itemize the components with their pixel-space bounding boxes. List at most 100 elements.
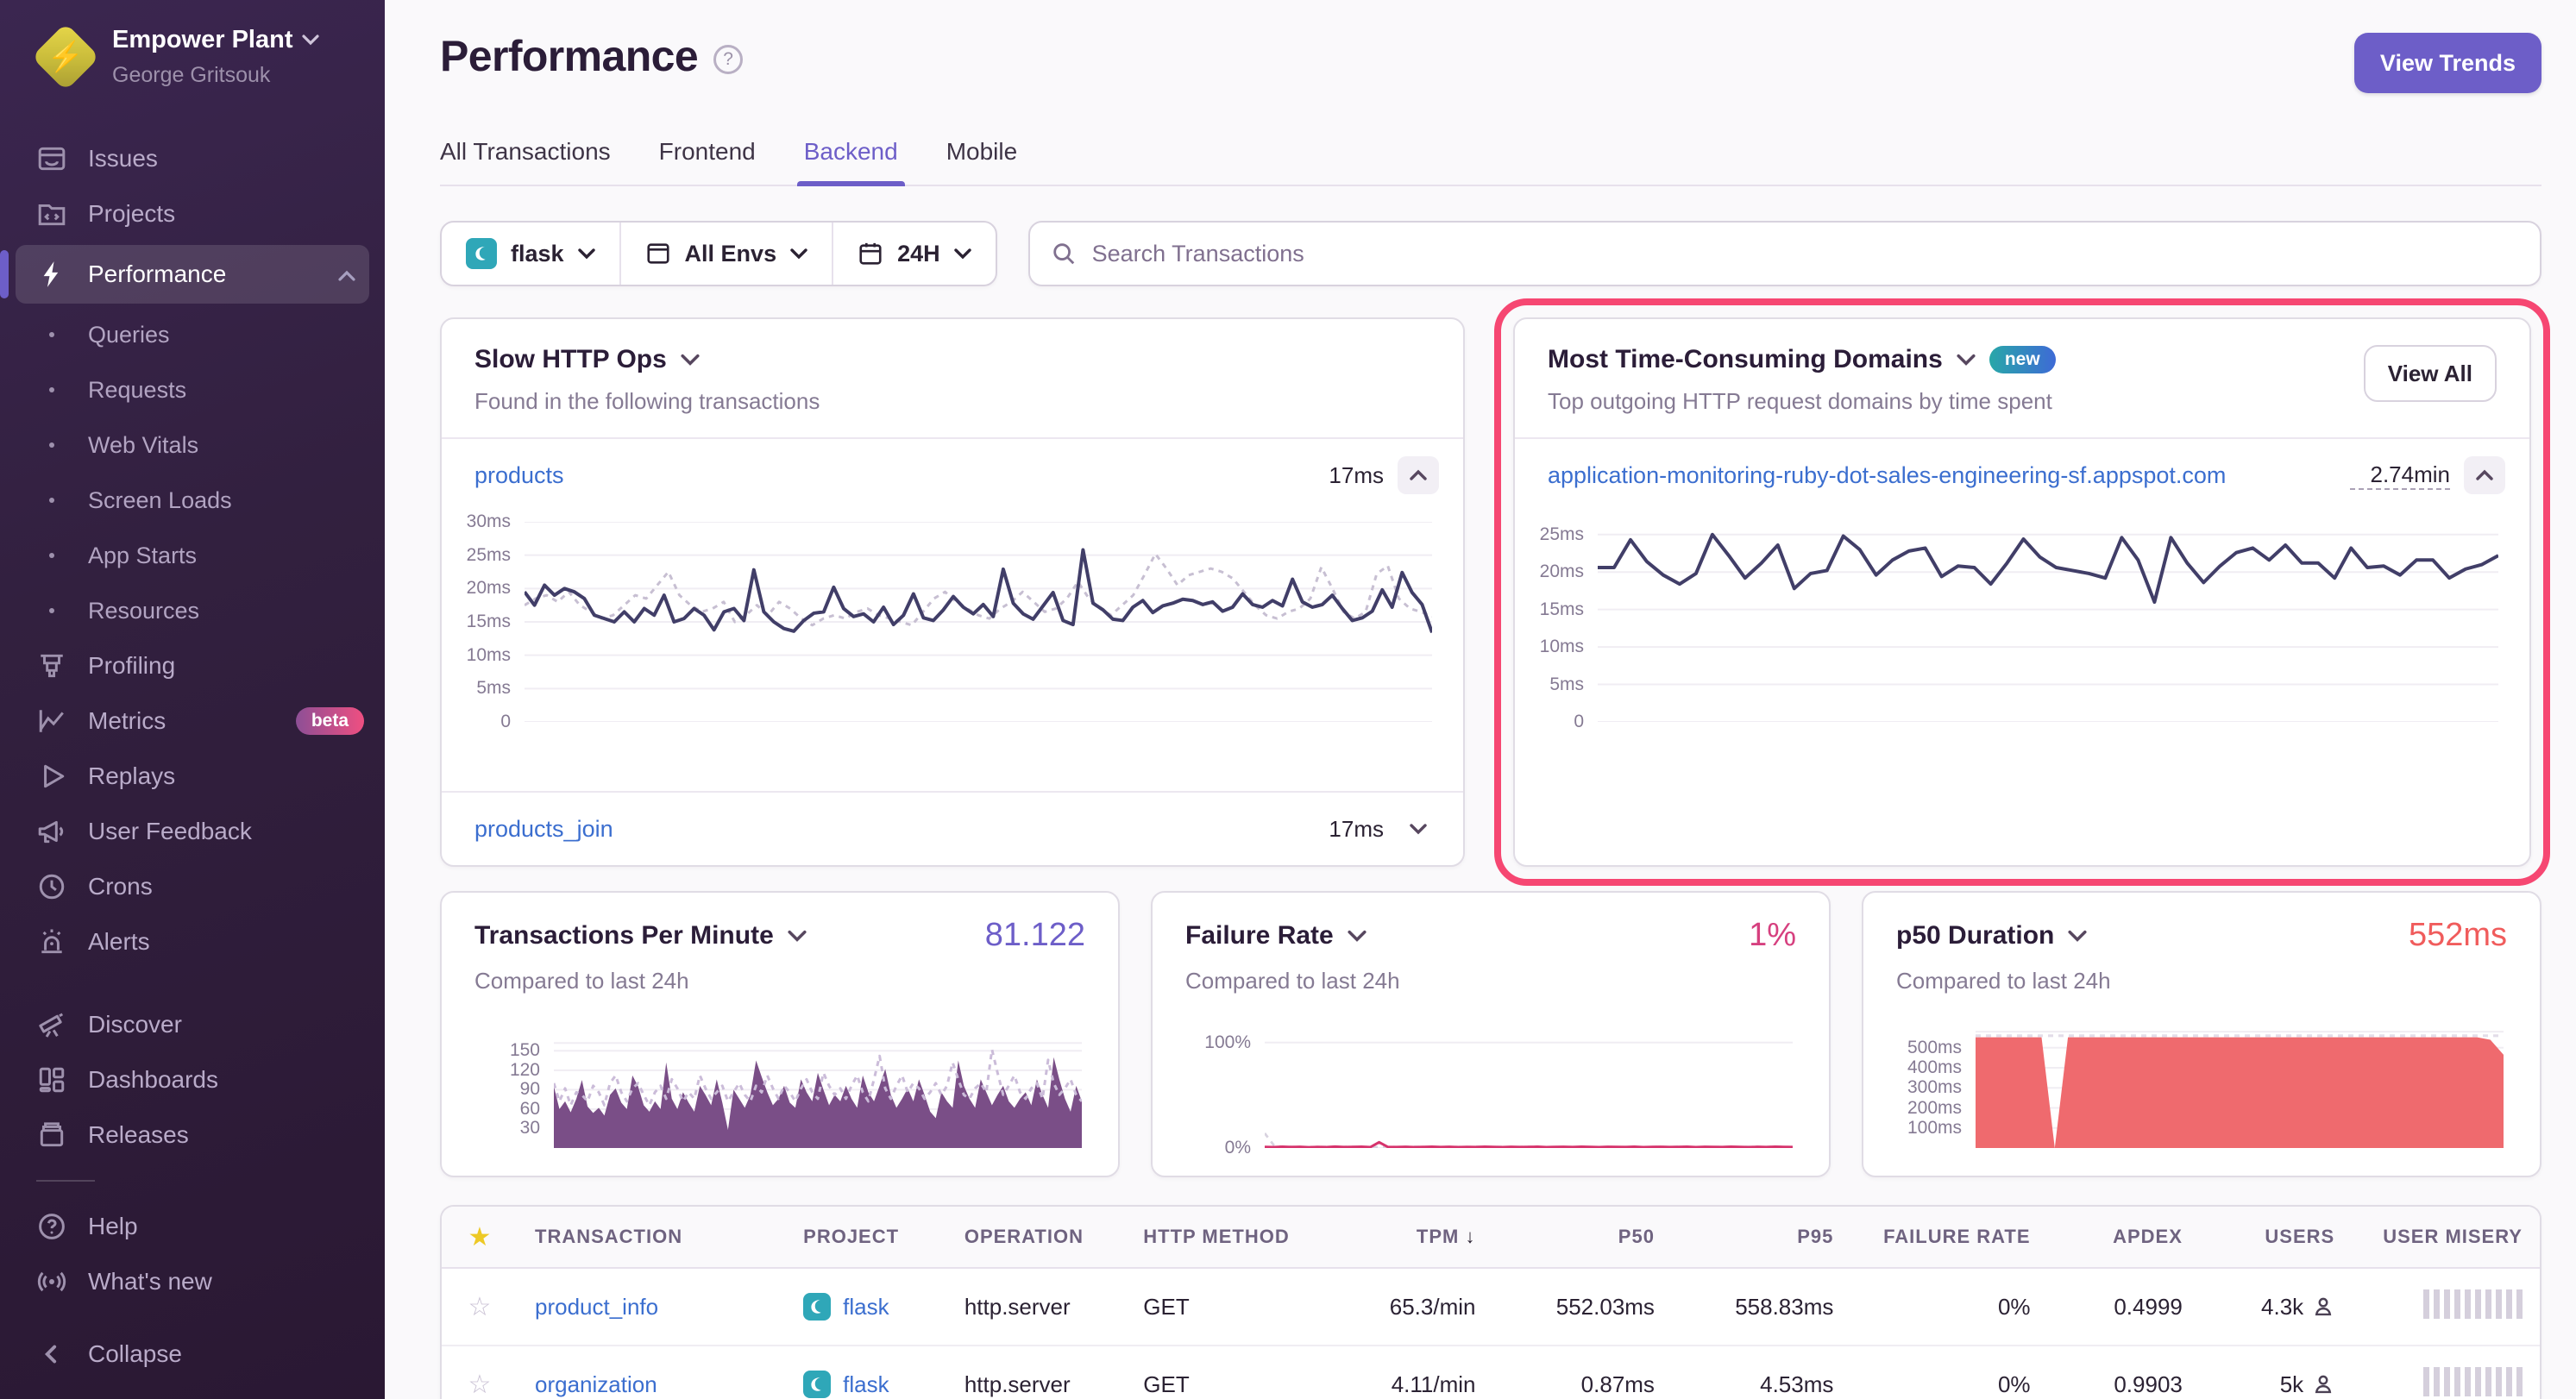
table-row: ☆ product_info flask http.server GET 65.… (442, 1269, 2540, 1346)
sidebar-item-metrics[interactable]: Metrics beta (0, 693, 385, 749)
view-all-button[interactable]: View All (2364, 345, 2497, 402)
sidebar-item-app-starts[interactable]: App Starts (0, 528, 385, 583)
transaction-link-products[interactable]: products (474, 462, 564, 489)
p50-duration-chart: 500ms400ms300ms200ms100ms (1896, 1031, 2504, 1148)
p50-cell: 552.03ms (1493, 1294, 1672, 1321)
chevron-down-icon[interactable] (1348, 929, 1367, 943)
star-outline-icon[interactable]: ☆ (442, 1370, 518, 1399)
failure-rate-card: Failure Rate 1% Compared to last 24h 100… (1151, 891, 1831, 1177)
sidebar-item-releases[interactable]: Releases (0, 1107, 385, 1163)
col-p50[interactable]: P50 (1493, 1226, 1672, 1248)
issues-icon (36, 143, 67, 174)
project-link[interactable]: flask (843, 1294, 889, 1321)
expand-chart-button[interactable] (1398, 810, 1439, 848)
help-tooltip-icon[interactable]: ? (713, 45, 743, 74)
sidebar-item-projects[interactable]: Projects (0, 186, 385, 242)
sidebar-item-crons[interactable]: Crons (0, 859, 385, 914)
transaction-link-products-join[interactable]: products_join (474, 816, 613, 843)
col-apdex[interactable]: APDEX (2048, 1226, 2200, 1248)
sidebar-divider (36, 1180, 95, 1182)
search-icon (1051, 241, 1077, 267)
date-range-filter[interactable]: 24H (832, 223, 996, 285)
sidebar-item-discover[interactable]: Discover (0, 997, 385, 1052)
sidebar-item-profiling[interactable]: Profiling (0, 638, 385, 693)
p95-cell: 558.83ms (1672, 1294, 1850, 1321)
card-subtitle: Top outgoing HTTP request domains by tim… (1548, 388, 2056, 415)
sidebar-item-whats-new[interactable]: What's new (0, 1254, 385, 1309)
sidebar-item-issues[interactable]: Issues (0, 131, 385, 186)
metric-title: p50 Duration (1896, 921, 2054, 950)
replays-icon (36, 761, 67, 792)
col-failure-rate[interactable]: FAILURE RATE (1850, 1226, 2047, 1248)
sidebar: ⚡ Empower Plant George Gritsouk Issues P… (0, 0, 385, 1399)
project-link[interactable]: flask (843, 1371, 889, 1398)
card-subtitle: Found in the following transactions (474, 388, 1430, 415)
bullet-icon (36, 498, 67, 503)
search-input[interactable] (1092, 241, 2519, 267)
view-trends-button[interactable]: View Trends (2354, 33, 2541, 93)
transaction-link[interactable]: product_info (535, 1294, 658, 1320)
chevron-down-icon[interactable] (2068, 929, 2087, 943)
chevron-down-icon[interactable] (681, 353, 700, 367)
tpm-cell: 4.11/min (1323, 1371, 1492, 1398)
sidebar-collapse-button[interactable]: Collapse (0, 1327, 385, 1382)
col-users[interactable]: USERS (2200, 1226, 2352, 1248)
flask-project-icon (803, 1293, 831, 1321)
col-operation[interactable]: OPERATION (947, 1226, 1126, 1248)
sidebar-item-alerts[interactable]: Alerts (0, 914, 385, 969)
bullet-icon (36, 553, 67, 558)
col-http-method[interactable]: HTTP METHOD (1126, 1226, 1323, 1248)
chevron-down-icon[interactable] (788, 929, 807, 943)
table-header-row: ★ TRANSACTION PROJECT OPERATION HTTP MET… (442, 1207, 2540, 1269)
sidebar-item-screen-loads[interactable]: Screen Loads (0, 473, 385, 528)
tab-frontend[interactable]: Frontend (659, 138, 756, 185)
search-transactions-box (1028, 221, 2541, 286)
chevron-down-icon (790, 248, 807, 260)
sidebar-item-replays[interactable]: Replays (0, 749, 385, 804)
time-spent-value[interactable]: 2.74min (2350, 461, 2451, 490)
failure-rate-cell: 0% (1850, 1294, 2047, 1321)
col-project[interactable]: PROJECT (786, 1226, 947, 1248)
sidebar-item-help[interactable]: Help (0, 1199, 385, 1254)
col-transaction[interactable]: TRANSACTION (518, 1226, 786, 1248)
collapse-chart-button[interactable] (1398, 456, 1439, 494)
sidebar-item-performance[interactable]: Performance (16, 245, 369, 304)
tab-bar: All Transactions Frontend Backend Mobile (440, 138, 2541, 186)
card-title: Slow HTTP Ops (474, 345, 667, 374)
chevron-left-icon (36, 1339, 67, 1370)
chevron-down-icon[interactable] (1957, 353, 1976, 367)
star-outline-icon[interactable]: ☆ (442, 1292, 518, 1322)
transaction-list-item: products_join 17ms (442, 793, 1463, 865)
sidebar-item-web-vitals[interactable]: Web Vitals (0, 417, 385, 473)
tab-mobile[interactable]: Mobile (946, 138, 1017, 185)
projects-icon (36, 198, 67, 229)
sidebar-item-user-feedback[interactable]: User Feedback (0, 804, 385, 859)
bullet-icon (36, 442, 67, 448)
p50-cell: 0.87ms (1493, 1371, 1672, 1398)
domain-list-item: application-monitoring-ruby-dot-sales-en… (1515, 439, 2529, 511)
col-p95[interactable]: P95 (1672, 1226, 1850, 1248)
org-user-name: George Gritsouk (112, 63, 270, 87)
p50-duration-card: p50 Duration 552ms Compared to last 24h … (1862, 891, 2541, 1177)
tab-backend[interactable]: Backend (804, 138, 898, 185)
sidebar-item-queries[interactable]: Queries (0, 307, 385, 362)
page-filter-group: flask All Envs 24H (440, 221, 997, 286)
transaction-link[interactable]: organization (535, 1371, 657, 1397)
apdex-cell: 0.4999 (2048, 1294, 2200, 1321)
sidebar-item-dashboards[interactable]: Dashboards (0, 1052, 385, 1107)
collapse-chart-button[interactable] (2464, 456, 2505, 494)
star-filled-icon[interactable]: ★ (442, 1222, 518, 1252)
megaphone-icon (36, 816, 67, 847)
col-user-misery[interactable]: USER MISERY (2352, 1226, 2540, 1248)
col-tpm[interactable]: TPM ↓ (1323, 1226, 1492, 1248)
sidebar-item-requests[interactable]: Requests (0, 362, 385, 417)
performance-dashboard: ⚡ Empower Plant George Gritsouk Issues P… (0, 0, 2576, 1399)
environment-filter[interactable]: All Envs (619, 223, 832, 285)
org-switcher[interactable]: ⚡ Empower Plant George Gritsouk (0, 0, 385, 114)
sidebar-item-resources[interactable]: Resources (0, 583, 385, 638)
domain-link[interactable]: application-monitoring-ruby-dot-sales-en… (1548, 462, 2226, 489)
project-filter[interactable]: flask (442, 223, 619, 285)
tab-all-transactions[interactable]: All Transactions (440, 138, 611, 185)
apdex-cell: 0.9903 (2048, 1371, 2200, 1398)
metric-value: 552ms (2409, 917, 2507, 954)
